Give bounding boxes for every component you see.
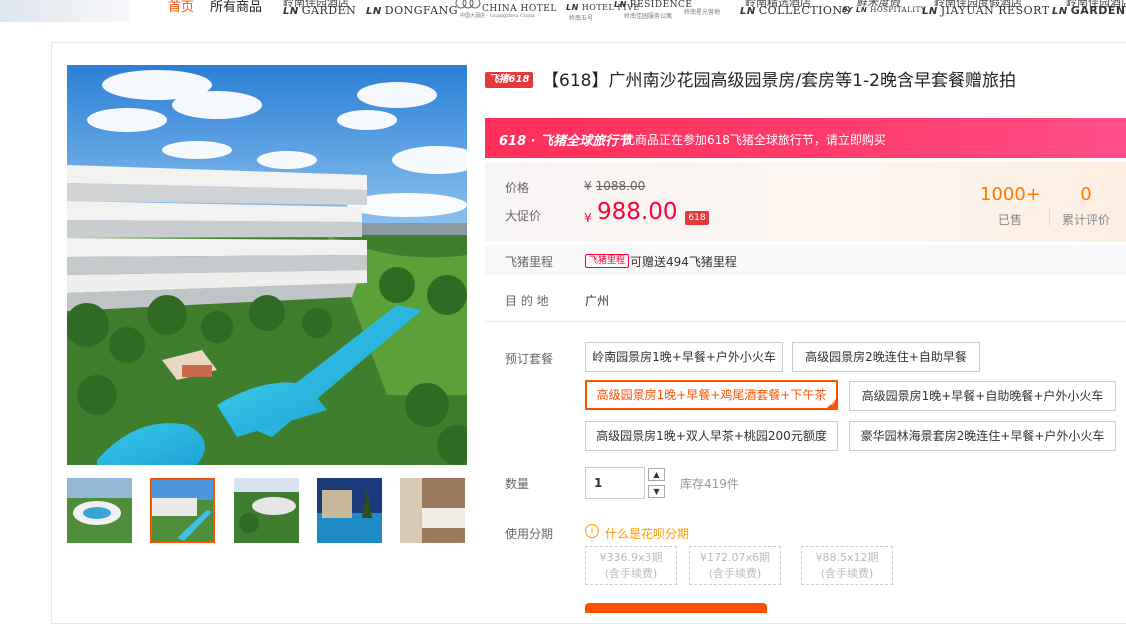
brand-en-name: LNGARDEN H (1052, 4, 1126, 17)
brand-en-name: LN RESIDENCE (614, 0, 693, 10)
quantity-input[interactable]: 1 (585, 467, 645, 499)
miles-label: 飞猪里程 (505, 255, 554, 269)
info-icon: i (585, 524, 599, 538)
package-option[interactable]: 高级园景房1晚+早餐+自助晚餐+户外小火车 (849, 381, 1116, 411)
installment-amount: ¥336.9x3期 (599, 551, 663, 564)
buy-now-button[interactable] (585, 603, 767, 613)
festival-description: 此商品正在参加618飞猪全球旅行节，请立即购买 (623, 133, 886, 147)
package-option[interactable]: 豪华园林海景套房2晚连住+早餐+户外小火车 (849, 421, 1116, 451)
package-option-label: 高级园景房1晚+早餐+鸡尾酒套餐+下午茶 (596, 388, 827, 402)
product-title: 【618】广州南沙花园高级园景房/套房等1-2晚含早套餐赠旅拍 (542, 71, 1016, 91)
brand-link-ln-starlight-camp[interactable]: 岭南星光营地 (684, 0, 729, 22)
brand-en-name: BY LN HOSPITALITY (842, 6, 926, 14)
promo-618-tag: 618 (685, 211, 709, 225)
nav-left-background (0, 0, 130, 22)
price-label: 价格 (505, 181, 530, 195)
section-divider (485, 321, 1126, 322)
gallery-thumbnail[interactable] (234, 478, 299, 543)
sold-count: 1000+ (980, 184, 1041, 205)
review-count[interactable]: 0 (1066, 184, 1106, 205)
brand-en-name: LN DONGFANG (366, 4, 459, 17)
gallery-thumbnail[interactable] (400, 478, 465, 543)
brand-link-by-ln-hospitality[interactable]: 鲜禾度假 BY LN HOSPITALITY (842, 0, 925, 22)
package-option[interactable]: 高级园景房1晚+双人早茶+桃园200元额度 (585, 421, 838, 451)
selected-check-icon: ✓ (826, 398, 836, 408)
gallery-thumbnail[interactable] (317, 478, 382, 543)
brand-en-name: LN JIAYUAN RESORT (922, 4, 1050, 17)
quantity-increase-button[interactable]: ▲ (648, 468, 665, 481)
installment-option[interactable]: ¥172.07x6期 (含手续费) (689, 546, 781, 585)
brand-nav-bar: 首页 所有商品 岭南佳园酒店 LN GARDEN LN DONGFANG CHINA… (0, 0, 1126, 22)
miles-row (485, 245, 1126, 275)
brand-link-ln-garden-hotel[interactable]: 岭南佳园酒店 LNGARDEN H (1052, 0, 1126, 22)
miles-text: 可赠送494飞猪里程 (630, 255, 737, 269)
brand-link-ln-collections[interactable]: 岭南精选酒店 LN COLLECTIONS (740, 0, 850, 22)
resort-aerial-image (67, 65, 467, 465)
original-price: ¥1088.00 (584, 179, 646, 193)
destination-label: 目 的 地 (505, 294, 549, 308)
brand-link-ln-jiayuan-resort[interactable]: 岭南佳园度假酒店 LN JIAYUAN RESORT (922, 0, 1049, 22)
fliggy-618-badge: 飞猪618 (485, 72, 533, 88)
nav-all-products-link[interactable]: 所有商品 (210, 0, 262, 15)
brand-cn-name: 岭南佳园服务公寓 (624, 13, 673, 20)
brand-link-china-hotel[interactable]: CHINA HOTEL 中国大酒店 · Guangzhou China (455, 0, 556, 22)
stock-count: 库存419件 (680, 477, 739, 491)
brand-cn-name: 岭南星光营地 (684, 9, 721, 16)
package-option-selected[interactable]: 高级园景房1晚+早餐+鸡尾酒套餐+下午茶 ✓ (585, 380, 838, 410)
sold-label: 已售 (997, 213, 1022, 227)
stats-divider (1049, 208, 1050, 226)
main-product-photo[interactable] (67, 65, 467, 465)
nav-home-link[interactable]: 首页 (168, 0, 194, 15)
promo-currency: ¥ (584, 211, 592, 225)
china-hotel-logo-icon (455, 0, 481, 9)
review-label[interactable]: 累计评价 (1056, 211, 1116, 228)
miles-tag: 飞猪里程 (585, 254, 630, 268)
package-option[interactable]: 岭南园景房1晚+早餐+户外小火车 (585, 342, 783, 372)
brand-cn-name: 中国大酒店 · Guangzhou China (460, 13, 535, 19)
brand-link-ln-dongfang[interactable]: LN DONGFANG (366, 0, 458, 22)
destination-value: 广州 (585, 294, 610, 308)
quantity-decrease-button[interactable]: ▼ (648, 485, 665, 498)
gallery-thumbnail-selected[interactable] (150, 478, 215, 543)
huabei-help-link[interactable]: 什么是花呗分期 (605, 525, 689, 542)
brand-link-ln-garden[interactable]: 岭南佳园酒店 LN GARDEN (283, 0, 357, 22)
brand-link-ln-residence[interactable]: LN RESIDENCE 岭南佳园服务公寓 (614, 0, 692, 22)
brand-en-name: LN COLLECTIONS (740, 4, 851, 17)
installment-amount: ¥172.07x6期 (700, 551, 770, 564)
installment-fee-note: (含手续费) (708, 567, 762, 580)
quantity-label: 数量 (505, 477, 530, 491)
brand-link-ln-hotel-five[interactable]: LN HOTEL FIVE 岭南五号 (566, 0, 639, 22)
festival-name: 618 · 飞猪全球旅行节 (499, 134, 632, 149)
brand-cn-name: 岭南五号 (569, 15, 594, 22)
festival-banner[interactable]: 618 · 飞猪全球旅行节 此商品正在参加618飞猪全球旅行节，请立即购买 (485, 118, 1126, 158)
installment-option[interactable]: ¥336.9x3期 (含手续费) (585, 546, 677, 585)
installment-fee-note: (含手续费) (604, 567, 658, 580)
installment-amount: ¥88.5x12期 (815, 551, 879, 564)
installment-option[interactable]: ¥88.5x12期 (含手续费) (801, 546, 893, 585)
installment-label: 使用分期 (505, 527, 554, 541)
gallery-thumbnail[interactable] (67, 478, 132, 543)
installment-fee-note: (含手续费) (820, 567, 874, 580)
brand-en-name: LN GARDEN (283, 4, 357, 17)
package-option[interactable]: 高级园景房2晚连住+自助早餐 (792, 342, 980, 372)
promo-price-label: 大促价 (505, 209, 542, 223)
promo-price: 988.00 (597, 199, 678, 225)
package-label: 预订套餐 (505, 352, 554, 366)
